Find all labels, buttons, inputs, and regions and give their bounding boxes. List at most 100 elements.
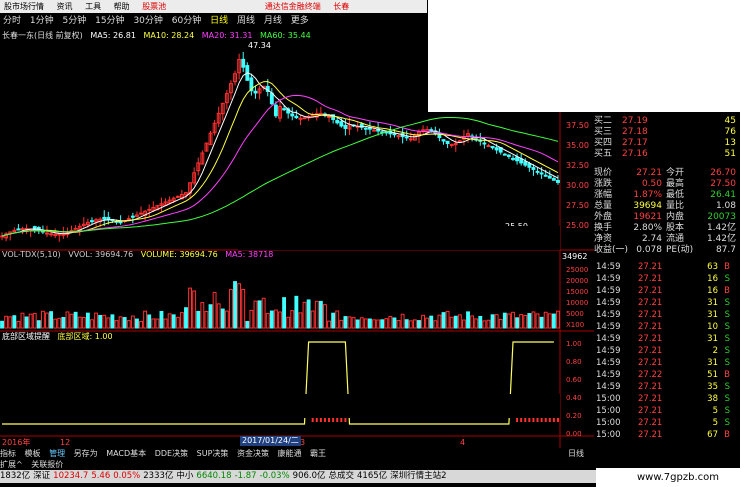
bid-row[interactable]: 买五 27.16 51 xyxy=(594,149,740,160)
tab-kangneng[interactable]: 康能通 xyxy=(278,449,302,458)
tab-60min[interactable]: 60分钟 xyxy=(172,16,201,26)
volume-bar xyxy=(367,318,372,329)
trade-side: S xyxy=(724,298,730,308)
tab-monthly[interactable]: 月线 xyxy=(264,16,282,26)
blank-area-right xyxy=(740,112,756,487)
trade-side: S xyxy=(724,310,730,320)
candle-body xyxy=(523,161,528,166)
volume-bar xyxy=(482,320,487,329)
stat-label: 收益(一) xyxy=(594,245,629,255)
volume-bar xyxy=(327,320,331,329)
volume-bar xyxy=(220,308,225,329)
volume-bar xyxy=(437,314,442,329)
bid-row[interactable]: 买二 27.19 45 xyxy=(594,116,740,127)
volume-bar xyxy=(347,316,352,329)
day-line-label[interactable]: 日线 xyxy=(568,448,584,459)
tab-bawang[interactable]: 霸王 xyxy=(310,449,326,458)
tab-daily[interactable]: 日线 xyxy=(210,16,228,26)
tab-extend[interactable]: 扩展^ xyxy=(0,460,23,469)
tab-sup[interactable]: SUP决策 xyxy=(197,449,229,458)
menu-item-stock-pool[interactable]: 股票池 xyxy=(142,2,166,11)
trade-side: B xyxy=(724,286,730,296)
tab-manage[interactable]: 管理 xyxy=(49,449,65,458)
stat-label-2: 内盘 xyxy=(666,212,685,222)
volume-bar xyxy=(339,319,344,329)
stat-value-2: 26.70 xyxy=(710,168,736,178)
tab-more[interactable]: 更多 xyxy=(291,16,309,26)
candle-body xyxy=(327,115,331,118)
stat-row: 总量 39694 量比 1.08 xyxy=(594,201,740,212)
tab-template[interactable]: 模板 xyxy=(25,449,41,458)
candle-body xyxy=(429,129,434,132)
status-item: -0.03% xyxy=(259,471,290,481)
bottom-signal-marker xyxy=(323,418,326,422)
candle-body xyxy=(343,124,348,129)
trade-side: S xyxy=(724,358,730,368)
trade-side: S xyxy=(724,274,730,284)
volume-bar xyxy=(36,320,41,329)
volume-bar xyxy=(372,319,376,329)
bid-row[interactable]: 买三 27.18 76 xyxy=(594,127,740,138)
volume-bar xyxy=(155,318,160,329)
menu-item-tools[interactable]: 工具 xyxy=(85,2,101,11)
candle-body xyxy=(547,175,552,179)
candle-body xyxy=(531,167,536,170)
candle-body xyxy=(511,157,515,160)
bottom-signal-marker xyxy=(336,418,339,422)
stat-label: 外盘 xyxy=(594,212,613,222)
menu-item-news[interactable]: 资讯 xyxy=(57,2,73,11)
volume-bar xyxy=(494,314,499,329)
volume-bar xyxy=(298,312,303,329)
status-item: 总成交 xyxy=(328,471,355,481)
volume-bar xyxy=(167,313,172,329)
volume-bar xyxy=(77,316,82,329)
volume-bar xyxy=(65,311,70,329)
bid-row[interactable]: 买四 27.17 13 xyxy=(594,138,740,149)
volume-bar xyxy=(433,320,438,329)
tab-related-quote[interactable]: 关联报价 xyxy=(31,460,63,469)
volume-bar xyxy=(527,313,532,329)
volume-bar xyxy=(24,316,29,329)
blank-area-bottom: www.7gpzb.com xyxy=(596,468,756,487)
menu-item-help[interactable]: 帮助 xyxy=(114,2,130,11)
trade-row: 15:00 27.21 5 S xyxy=(594,418,740,429)
volume-bar xyxy=(290,310,295,329)
menu-item-market[interactable]: 股市场行情 xyxy=(4,2,44,11)
volume-bar xyxy=(118,316,123,329)
trade-row: 14:59 27.21 63 B xyxy=(594,262,740,273)
tab-15min[interactable]: 15分钟 xyxy=(95,16,124,26)
volume-bar xyxy=(4,315,9,329)
trade-price: 27.21 xyxy=(638,286,663,296)
volume-bar xyxy=(249,309,254,329)
ma-line xyxy=(1,117,559,237)
tab-intraday[interactable]: 分时 xyxy=(3,16,21,26)
tab-save-as[interactable]: 另存为 xyxy=(74,449,98,458)
bottom-signal-marker xyxy=(344,418,347,422)
bottom-signal-marker xyxy=(540,418,543,422)
tab-fund[interactable]: 资金决策 xyxy=(237,449,269,458)
trade-price: 27.21 xyxy=(638,346,663,356)
candle-body xyxy=(130,215,135,218)
tab-dde[interactable]: DDE决策 xyxy=(155,449,188,458)
tab-5min[interactable]: 5分钟 xyxy=(63,16,87,26)
tab-macd[interactable]: MACD基本 xyxy=(106,449,146,458)
bid-label: 买五 xyxy=(594,149,613,159)
tab-1min[interactable]: 1分钟 xyxy=(30,16,54,26)
tab-30min[interactable]: 30分钟 xyxy=(133,16,162,26)
tab-indicator[interactable]: 指标 xyxy=(0,449,16,458)
volume-bar xyxy=(400,313,405,329)
trade-row: 14:59 27.21 31 S xyxy=(594,334,740,345)
volume-bar xyxy=(216,303,221,329)
trade-row: 14:59 27.21 16 B xyxy=(594,286,740,297)
candle-body xyxy=(392,133,397,136)
tab-weekly[interactable]: 周线 xyxy=(237,16,255,26)
status-item: 4165亿 xyxy=(357,471,388,481)
volume-bar xyxy=(241,288,246,329)
trade-time: 14:59 xyxy=(596,298,621,308)
candle-body xyxy=(273,104,278,117)
stat-value-2: 1.42亿 xyxy=(706,223,736,233)
bid-price: 27.16 xyxy=(622,149,648,159)
bottom-signal-marker xyxy=(315,418,318,422)
volume-bar xyxy=(184,307,188,329)
vol-volume: VOLUME: 39694.76 xyxy=(140,250,218,259)
